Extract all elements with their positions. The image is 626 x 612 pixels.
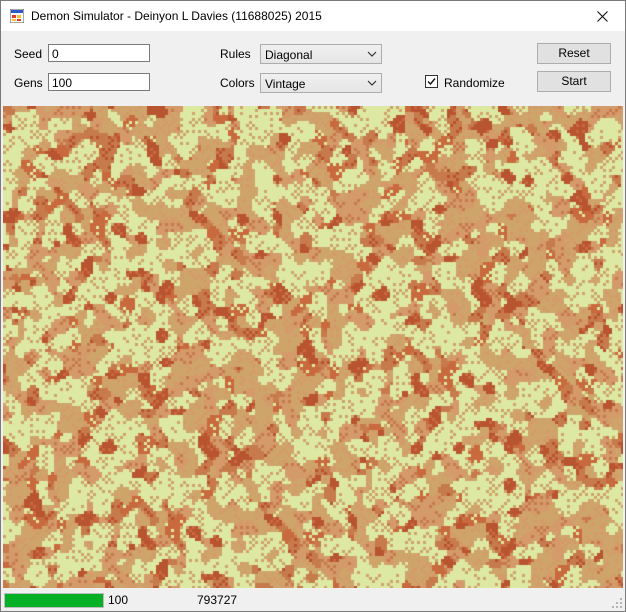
app-window: Demon Simulator - Deinyon L Davies (1168… (0, 0, 626, 612)
close-button[interactable] (579, 1, 625, 31)
cell-count: 793727 (197, 593, 238, 607)
title-bar: Demon Simulator - Deinyon L Davies (1168… (1, 1, 625, 31)
checkmark-icon (427, 78, 436, 86)
colors-label: Colors (220, 76, 255, 90)
close-icon (596, 10, 608, 22)
generation-count: 100 (108, 593, 129, 607)
resize-grip-icon[interactable] (611, 597, 623, 609)
reset-button[interactable]: Reset (537, 43, 611, 64)
rules-label: Rules (220, 47, 251, 61)
gens-label: Gens (14, 76, 43, 90)
chevron-down-icon (367, 80, 377, 86)
app-window-icon (10, 9, 24, 23)
seed-input[interactable]: 0 (48, 44, 150, 62)
start-button[interactable]: Start (537, 71, 611, 92)
gens-input[interactable]: 100 (48, 73, 150, 91)
colors-selected-value: Vintage (265, 77, 306, 91)
randomize-label: Randomize (444, 76, 505, 90)
generation-progress-bar (4, 593, 104, 608)
randomize-checkbox[interactable] (425, 75, 438, 88)
simulation-canvas[interactable] (3, 106, 623, 588)
settings-toolbar: Seed 0 Gens 100 Rules Diagonal Colors Vi… (1, 31, 625, 106)
progress-fill (5, 594, 103, 607)
rules-selected-value: Diagonal (265, 48, 313, 62)
seed-label: Seed (14, 47, 43, 61)
chevron-down-icon (367, 51, 377, 57)
window-title: Demon Simulator - Deinyon L Davies (1168… (31, 9, 322, 23)
rules-select[interactable]: Diagonal (260, 44, 382, 64)
status-bar: 100 793727 (1, 589, 625, 611)
colors-select[interactable]: Vintage (260, 73, 382, 93)
